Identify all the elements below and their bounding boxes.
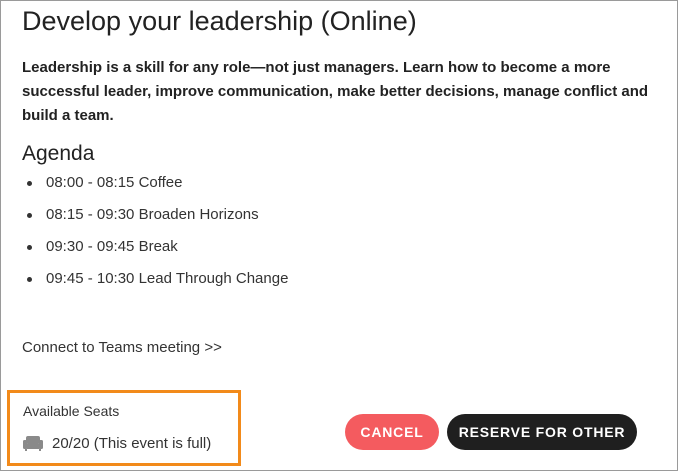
event-title: Develop your leadership (Online): [22, 6, 417, 36]
available-seats-label: Available Seats: [23, 403, 120, 419]
agenda-list: 08:00 - 08:15 Coffee 08:15 - 09:30 Broad…: [23, 171, 288, 299]
agenda-heading: Agenda: [22, 142, 95, 165]
bullet-icon: [27, 213, 32, 218]
seats-count: 20/20 (This event is full): [52, 434, 212, 452]
teams-meeting-link[interactable]: Connect to Teams meeting >>: [22, 339, 222, 356]
available-seats-panel: Available Seats 20/20 (This event is ful…: [7, 390, 241, 466]
bullet-icon: [27, 277, 32, 282]
agenda-item-text: 08:15 - 09:30 Broaden Horizons: [46, 206, 259, 223]
agenda-item: 08:00 - 08:15 Coffee: [23, 171, 288, 203]
reserve-for-other-button[interactable]: RESERVE FOR OTHER: [447, 414, 637, 450]
agenda-item: 08:15 - 09:30 Broaden Horizons: [23, 203, 288, 235]
bullet-icon: [27, 245, 32, 250]
agenda-item-text: 09:30 - 09:45 Break: [46, 238, 178, 255]
agenda-item: 09:30 - 09:45 Break: [23, 235, 288, 267]
seats-status: 20/20 (This event is full): [23, 432, 211, 454]
agenda-item-text: 08:00 - 08:15 Coffee: [46, 174, 183, 191]
agenda-item-text: 09:45 - 10:30 Lead Through Change: [46, 270, 289, 287]
bullet-icon: [27, 181, 32, 186]
event-dialog: Develop your leadership (Online) Leaders…: [0, 0, 678, 471]
armchair-icon: [23, 436, 43, 451]
agenda-item: 09:45 - 10:30 Lead Through Change: [23, 267, 288, 299]
cancel-button[interactable]: CANCEL: [345, 414, 439, 450]
event-description: Leadership is a skill for any role—not j…: [22, 59, 649, 124]
